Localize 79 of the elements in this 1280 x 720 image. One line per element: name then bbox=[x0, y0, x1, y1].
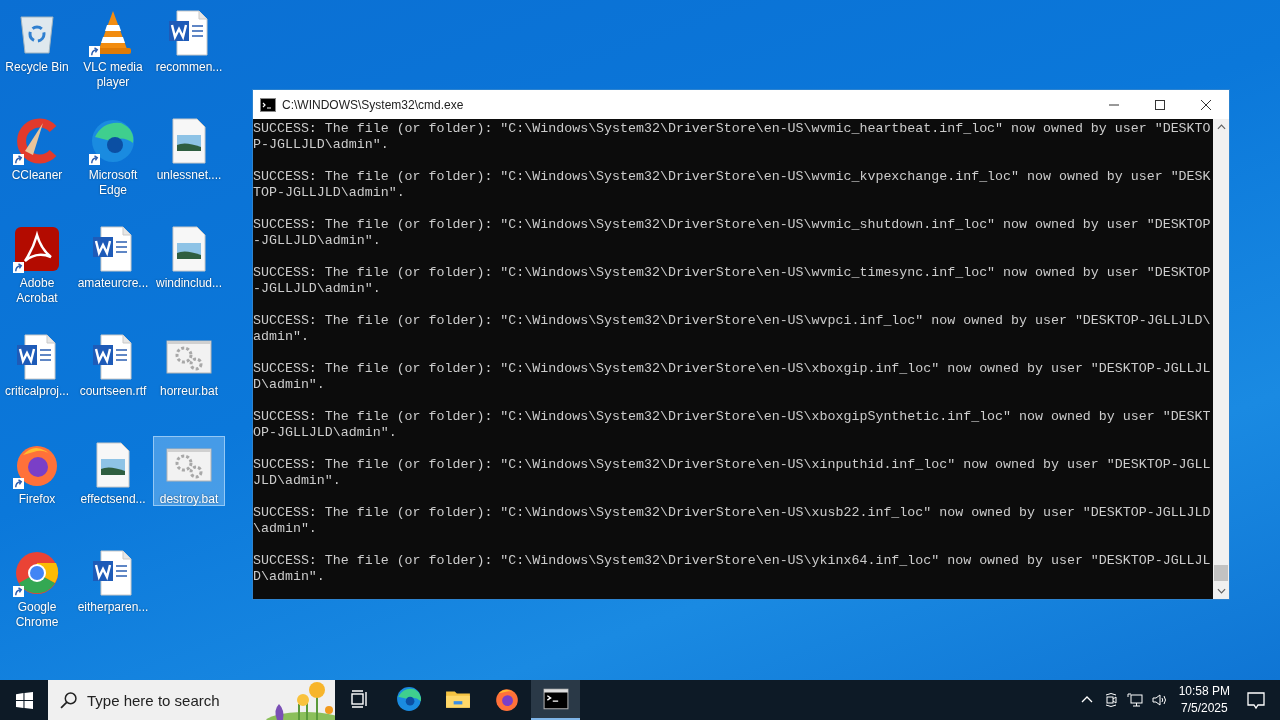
icon-label: horreur.bat bbox=[158, 384, 219, 399]
search-field[interactable]: Type here to search bbox=[87, 691, 257, 709]
scroll-thumb[interactable] bbox=[1214, 565, 1228, 581]
volume-icon[interactable] bbox=[1150, 692, 1167, 708]
console-line: D\admin". bbox=[253, 569, 326, 585]
clock-date[interactable]: 7/5/2025 bbox=[1180, 700, 1228, 717]
close-icon bbox=[1201, 99, 1211, 110]
console-line: SUCCESS: The file (or folder): "C:\Windows\System32\DriverStore\en-US\wvmic_kvpexchange.inf_loc" now owned by user "DESK bbox=[253, 169, 1212, 185]
icon-label: CCleaner bbox=[10, 168, 64, 183]
console-line: SUCCESS: The file (or folder): "C:\Windows\System32\DriverStore\en-US\wvmic_shutdown.inf_loc" now owned by user "DESKTOP bbox=[253, 217, 1212, 233]
desktop-icon[interactable]: courtseen.rtf bbox=[77, 328, 149, 424]
terminal-icon bbox=[542, 686, 569, 712]
desktop-icon[interactable]: VLC media player bbox=[77, 4, 149, 100]
icon-label: Adobe Acrobat bbox=[15, 276, 59, 306]
console-line: \admin". bbox=[253, 521, 318, 537]
network-icon[interactable] bbox=[1126, 692, 1143, 708]
desktop-icon[interactable]: Recycle Bin bbox=[1, 4, 73, 100]
desktop-icon[interactable]: criticalproj... bbox=[1, 328, 73, 424]
search-box[interactable]: Type here to search bbox=[48, 680, 335, 720]
icon-label: Firefox bbox=[17, 492, 57, 507]
icon-label: effectsend... bbox=[79, 492, 147, 507]
scrollbar[interactable] bbox=[1213, 119, 1229, 599]
clock-time[interactable]: 10:58 PM bbox=[1178, 683, 1230, 700]
desktop-icon[interactable]: Firefox bbox=[1, 436, 73, 532]
console-line: SUCCESS: The file (or folder): "C:\Windows\System32\DriverStore\en-US\xboxgip.inf_loc" now owned by user "DESKTOP-JGLLJL bbox=[253, 361, 1212, 377]
console-line: admin". bbox=[253, 329, 310, 345]
desktop-icon[interactable]: Microsoft Edge bbox=[77, 112, 149, 208]
console-line: -JGLLJLD\admin". bbox=[253, 281, 382, 297]
icon-label: recommen... bbox=[154, 60, 224, 75]
icon-label: VLC media player bbox=[82, 60, 144, 90]
console-line: -JGLLJLD\admin". bbox=[253, 233, 382, 249]
search-icon bbox=[60, 691, 77, 709]
icon-label: amateurcre... bbox=[76, 276, 150, 291]
console-line: TOP-JGLLJLD\admin". bbox=[253, 185, 406, 201]
desktop-icon[interactable]: horreur.bat bbox=[153, 328, 225, 424]
icon-label: criticalproj... bbox=[4, 384, 70, 399]
windows-logo-icon bbox=[15, 691, 33, 709]
icon-label: eitherparen... bbox=[76, 600, 150, 615]
desktop-icon[interactable]: CCleaner bbox=[1, 112, 73, 208]
desktop-icon[interactable]: destroy.bat bbox=[153, 436, 225, 506]
desktop-icon[interactable]: amateurcre... bbox=[77, 220, 149, 316]
icon-label: destroy.bat bbox=[158, 492, 220, 507]
terminal-icon bbox=[260, 96, 276, 113]
edge-icon bbox=[395, 686, 422, 712]
console-line: D\admin". bbox=[253, 377, 326, 393]
scroll-down-icon[interactable] bbox=[1216, 588, 1226, 594]
desktop-icon[interactable]: Adobe Acrobat bbox=[1, 220, 73, 316]
maximize-icon bbox=[1155, 99, 1165, 110]
console-line: SUCCESS: The file (or folder): "C:\Windows\System32\DriverStore\en-US\wvmic_timesync.inf_loc" now owned by user "DESKTOP bbox=[253, 265, 1212, 281]
icon-label: Microsoft Edge bbox=[87, 168, 139, 198]
pdf-icon bbox=[13, 225, 61, 273]
edge-icon bbox=[89, 117, 137, 165]
desktop-icon[interactable]: eitherparen... bbox=[77, 544, 149, 640]
icon-label: Google Chrome bbox=[14, 600, 60, 630]
chrome-icon bbox=[13, 549, 61, 597]
scroll-up-icon[interactable] bbox=[1216, 124, 1226, 130]
window-title: C:\WINDOWS\System32\cmd.exe bbox=[282, 97, 464, 112]
console-line: OP-JGLLJLD\admin". bbox=[253, 425, 398, 441]
desktop-icon[interactable]: Google Chrome bbox=[1, 544, 73, 640]
icon-label: courtseen.rtf bbox=[78, 384, 148, 399]
desktop-icon[interactable]: effectsend... bbox=[77, 436, 149, 532]
console-line: P-JGLLJLD\admin". bbox=[253, 137, 390, 153]
console-line: SUCCESS: The file (or folder): "C:\Windows\System32\DriverStore\en-US\wvpci.inf_loc" now owned by user "DESKTOP-JGLLJLD\ bbox=[253, 313, 1212, 329]
icon-label: unlessnet.... bbox=[155, 168, 223, 183]
console-line: JLD\admin". bbox=[253, 473, 342, 489]
console-line: SUCCESS: The file (or folder): "C:\Windows\System32\DriverStore\en-US\xinputhid.inf_loc" now owned by user "DESKTOP-JGLL bbox=[253, 457, 1212, 473]
desktop-icon[interactable]: recommen... bbox=[153, 4, 225, 100]
console-line: SUCCESS: The file (or folder): "C:\Windows\System32\DriverStore\en-US\wvmic_heartbeat.inf_loc" now owned by user "DESKTO bbox=[253, 121, 1212, 137]
desktop-icon[interactable]: windinclud... bbox=[153, 220, 225, 316]
console-line: SUCCESS: The file (or folder): "C:\Windows\System32\DriverStore\en-US\xboxgipSynthetic.inf_loc" now owned by user "DESKT bbox=[253, 409, 1212, 425]
task-view-icon bbox=[349, 689, 370, 709]
icon-label: windinclud... bbox=[154, 276, 223, 291]
desktop-icon[interactable]: unlessnet.... bbox=[153, 112, 225, 208]
console-line: SUCCESS: The file (or folder): "C:\Windows\System32\DriverStore\en-US\xusb22.inf_loc" now owned by user "DESKTOP-JGLLJLD bbox=[253, 505, 1212, 521]
taskbar-app-button[interactable] bbox=[531, 680, 580, 720]
console-line: SUCCESS: The file (or folder): "C:\Windows\System32\DriverStore\en-US\ykinx64.inf_loc" now owned by user "DESKTOP-JGLLJL bbox=[253, 553, 1212, 569]
notification-icon[interactable] bbox=[1246, 690, 1266, 710]
firefox-icon bbox=[493, 686, 520, 712]
icon-label: Recycle Bin bbox=[4, 60, 70, 75]
